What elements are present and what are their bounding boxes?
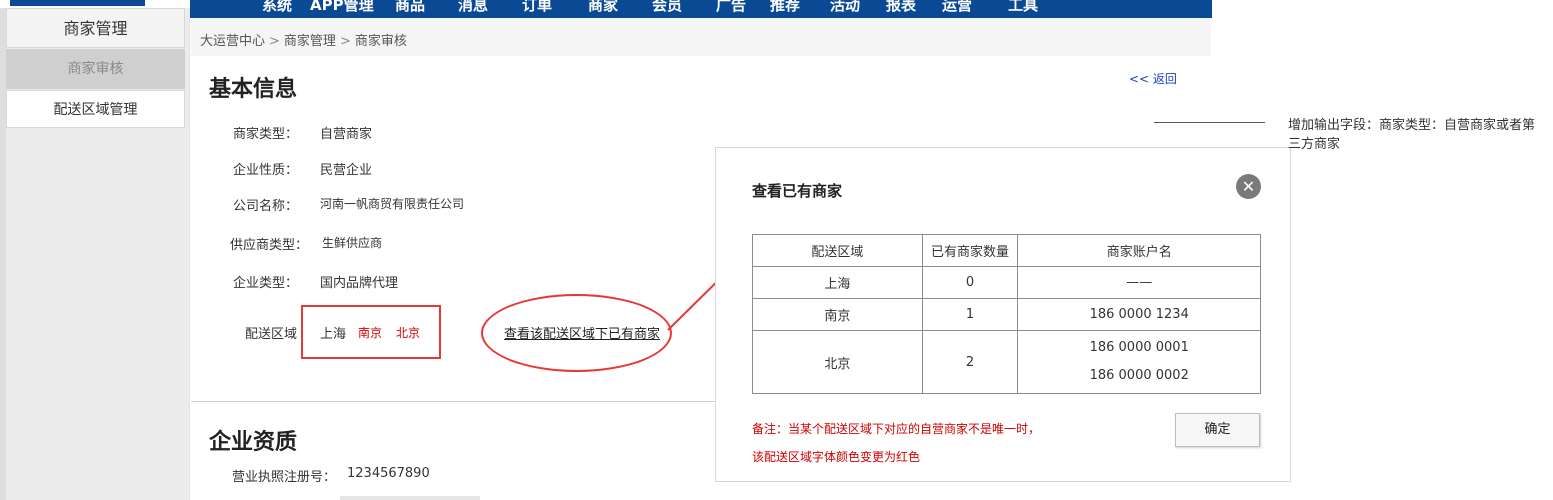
field-label: 供应商类型： xyxy=(229,238,308,253)
dialog-title: 查看已有商家 xyxy=(752,182,843,200)
field-label: 公司名称： xyxy=(232,199,298,214)
back-link[interactable]: << 返回 xyxy=(1129,70,1177,87)
column-header: 商家账户名 xyxy=(1017,234,1261,267)
cell-account: 186 0000 1234 xyxy=(1017,298,1261,331)
logo xyxy=(10,0,145,7)
dialog-note: 该配送区域字体颜色变更为红色 xyxy=(752,450,921,464)
field-value: 自营商家 xyxy=(320,127,373,142)
sidebar-title: 商家管理 xyxy=(6,8,185,48)
close-icon[interactable]: ✕ xyxy=(1236,174,1261,199)
field-value: 生鲜供应商 xyxy=(322,236,383,250)
breadcrumb-item: 商家审核 xyxy=(354,34,407,49)
column-header: 已有商家数量 xyxy=(921,234,1019,267)
breadcrumb-separator: > xyxy=(269,34,280,49)
nav-item[interactable]: 系统 xyxy=(262,0,292,15)
account-name: 186 0000 0001 xyxy=(1089,340,1189,355)
sidebar-item-delivery-area[interactable]: 配送区域管理 xyxy=(6,90,185,128)
sidebar-item-merchant-review[interactable]: 商家审核 xyxy=(6,49,185,89)
cell-accounts: 186 0000 0001 186 0000 0002 xyxy=(1017,330,1261,394)
confirm-button[interactable]: 确定 xyxy=(1175,413,1260,447)
table-row: 北京 2 186 0000 0001 186 0000 0002 xyxy=(752,330,1261,394)
merchants-table: 配送区域 已有商家数量 商家账户名 上海 0 —— 南京 1 186 0000 … xyxy=(752,234,1261,394)
section-divider xyxy=(191,401,716,402)
nav-item[interactable]: 商家 xyxy=(588,0,618,15)
delivery-area: 北京 xyxy=(396,326,421,340)
cell-account: —— xyxy=(1017,266,1261,299)
delivery-area: 南京 xyxy=(358,326,383,340)
breadcrumb: 大运营中心 > 商家管理 > 商家审核 xyxy=(200,30,407,49)
nav-item[interactable]: 工具 xyxy=(1008,0,1038,15)
breadcrumb-item[interactable]: 商家管理 xyxy=(284,34,336,49)
nav-item[interactable]: 商品 xyxy=(395,0,425,15)
field-label-delivery: 配送区域 xyxy=(244,327,297,342)
cell-area: 北京 xyxy=(752,330,923,394)
field-label: 企业类型： xyxy=(232,276,298,291)
existing-merchants-dialog: 查看已有商家 ✕ 配送区域 已有商家数量 商家账户名 上海 0 —— 南京 1 … xyxy=(715,147,1291,482)
license-label: 营业执照注册号： xyxy=(232,470,337,485)
column-header: 配送区域 xyxy=(752,234,923,267)
sidebar: 商家管理 商家审核 配送区域管理 xyxy=(0,8,190,500)
nav-item[interactable]: 报表 xyxy=(886,0,916,15)
dialog-note: 备注：当某个配送区域下对应的自营商家不是唯一时， xyxy=(752,422,1041,436)
cell-count: 1 xyxy=(921,298,1019,331)
breadcrumb-item[interactable]: 大运营中心 xyxy=(200,34,265,49)
view-existing-merchants-link[interactable]: 查看该配送区域下已有商家 xyxy=(504,323,660,342)
table-header-row: 配送区域 已有商家数量 商家账户名 xyxy=(752,234,1261,267)
annotation-comment: 增加输出字段：商家类型：自营商家或者第三方商家 xyxy=(1288,118,1536,152)
breadcrumb-separator: > xyxy=(339,34,351,49)
table-row: 南京 1 186 0000 1234 xyxy=(752,298,1261,331)
nav-item[interactable]: 消息 xyxy=(458,0,488,15)
nav-item[interactable]: 推荐 xyxy=(770,0,800,15)
delivery-area: 上海 xyxy=(320,327,347,342)
nav-item[interactable]: APP管理 xyxy=(310,0,374,15)
section-title-basic-info: 基本信息 xyxy=(209,77,298,102)
top-nav-bar: 系统 APP管理 商品 消息 订单 商家 会员 广告 推荐 活动 报表 运营 工… xyxy=(190,0,1212,18)
nav-item[interactable]: 活动 xyxy=(830,0,860,15)
cell-area: 上海 xyxy=(752,266,923,299)
nav-item[interactable]: 会员 xyxy=(652,0,682,15)
field-value: 民营企业 xyxy=(320,163,373,178)
field-label: 商家类型： xyxy=(232,127,298,142)
cell-count: 0 xyxy=(921,266,1019,299)
breadcrumb-bar: 大运营中心 > 商家管理 > 商家审核 xyxy=(191,18,1211,56)
section-title-qualification: 企业资质 xyxy=(209,430,298,455)
license-value: 1234567890 xyxy=(347,466,430,481)
annotation-connector xyxy=(1154,122,1265,123)
table-row: 上海 0 —— xyxy=(752,266,1261,299)
nav-item[interactable]: 运营 xyxy=(942,0,972,15)
account-name: 186 0000 0002 xyxy=(1089,368,1189,383)
cell-area: 南京 xyxy=(752,298,923,331)
nav-item[interactable]: 广告 xyxy=(716,0,746,15)
field-value: 河南一帆商贸有限责任公司 xyxy=(320,197,465,211)
field-label: 企业性质： xyxy=(232,163,298,178)
cell-count: 2 xyxy=(921,330,1019,394)
field-value: 国内品牌代理 xyxy=(320,276,399,291)
license-image-edge xyxy=(340,496,480,500)
nav-item[interactable]: 订单 xyxy=(522,0,552,15)
